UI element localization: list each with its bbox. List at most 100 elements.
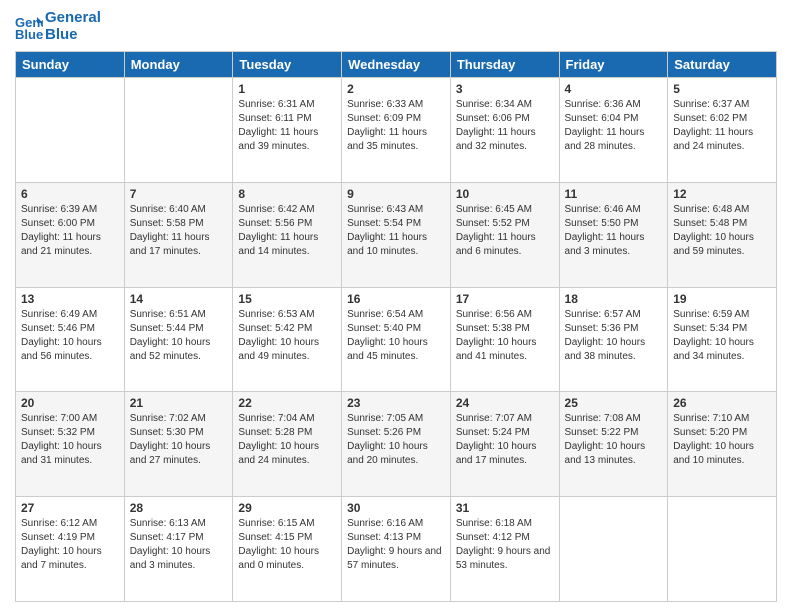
day-number: 13 [21,292,119,306]
calendar-cell: 16Sunrise: 6:54 AM Sunset: 5:40 PM Dayli… [342,287,451,392]
day-number: 26 [673,396,771,410]
day-info: Sunrise: 7:02 AM Sunset: 5:30 PM Dayligh… [130,412,228,468]
calendar-cell: 29 Sunrise: 6:15 AM Sunset: 4:15 PM Dayli… [233,497,342,602]
logo-blue: Blue [45,27,101,44]
calendar-header-row: SundayMondayTuesdayWednesdayThursdayFrid… [16,52,777,78]
calendar-week-1: 6 Sunrise: 6:39 AM Sunset: 6:00 PM Daylig… [16,182,777,287]
day-number: 20 [21,396,119,410]
day-number: 15 [238,292,336,306]
calendar-cell: 15 Sunrise: 6:53 AM Sunset: 5:42 PM Dayli… [233,287,342,392]
calendar-cell: 23Sunrise: 7:05 AM Sunset: 5:26 PM Dayli… [342,392,451,497]
day-number: 25 [565,396,663,410]
day-info: Sunrise: 7:08 AM Sunset: 5:22 PM Dayligh… [565,412,663,468]
day-info: Sunrise: 6:56 AM Sunset: 5:38 PM Dayligh… [456,308,554,364]
day-info: Sunrise: 6:48 AM Sunset: 5:48 PM Dayligh… [673,203,771,259]
calendar-cell: 20 Sunrise: 7:00 AM Sunset: 5:32 PM Dayli… [16,392,125,497]
calendar-cell: 14 Sunrise: 6:51 AM Sunset: 5:44 PM Dayli… [124,287,233,392]
day-info: Sunrise: 6:51 AM Sunset: 5:44 PM Dayligh… [130,308,228,364]
calendar-cell: 25 Sunrise: 7:08 AM Sunset: 5:22 PM Dayli… [559,392,668,497]
calendar-cell: 26 Sunrise: 7:10 AM Sunset: 5:20 PM Dayli… [668,392,777,497]
logo-general: General [45,10,101,27]
calendar-cell: 8 Sunrise: 6:42 AM Sunset: 5:56 PM Daylig… [233,182,342,287]
calendar-cell: 9 Sunrise: 6:43 AM Sunset: 5:54 PM Daylig… [342,182,451,287]
day-number: 17 [456,292,554,306]
day-number: 11 [565,187,663,201]
day-info: Sunrise: 6:16 AM Sunset: 4:13 PM Dayligh… [347,517,445,573]
calendar-cell: 21 Sunrise: 7:02 AM Sunset: 5:30 PM Dayli… [124,392,233,497]
calendar-cell [16,78,125,183]
calendar-cell: 18 Sunrise: 6:57 AM Sunset: 5:36 PM Dayli… [559,287,668,392]
day-number: 9 [347,187,445,201]
day-number: 27 [21,501,119,515]
calendar-cell: 2 Sunrise: 6:33 AM Sunset: 6:09 PM Daylig… [342,78,451,183]
calendar-cell: 12Sunrise: 6:48 AM Sunset: 5:48 PM Dayli… [668,182,777,287]
calendar-week-0: 1Sunrise: 6:31 AM Sunset: 6:11 PM Daylig… [16,78,777,183]
day-number: 6 [21,187,119,201]
day-info: Sunrise: 7:05 AM Sunset: 5:26 PM Dayligh… [347,412,445,468]
calendar-cell: 1Sunrise: 6:31 AM Sunset: 6:11 PM Daylig… [233,78,342,183]
calendar-cell: 28 Sunrise: 6:13 AM Sunset: 4:17 PM Dayli… [124,497,233,602]
calendar-week-3: 20 Sunrise: 7:00 AM Sunset: 5:32 PM Dayli… [16,392,777,497]
calendar-cell: 11 Sunrise: 6:46 AM Sunset: 5:50 PM Dayli… [559,182,668,287]
day-number: 18 [565,292,663,306]
page: General Blue General Blue SundayMondayTu… [0,0,792,612]
day-number: 3 [456,82,554,96]
calendar-cell: 27 Sunrise: 6:12 AM Sunset: 4:19 PM Dayli… [16,497,125,602]
day-number: 22 [238,396,336,410]
day-info: Sunrise: 6:13 AM Sunset: 4:17 PM Dayligh… [130,517,228,573]
header: General Blue General Blue [15,10,777,43]
calendar-cell: 13Sunrise: 6:49 AM Sunset: 5:46 PM Dayli… [16,287,125,392]
day-number: 5 [673,82,771,96]
calendar-cell: 4Sunrise: 6:36 AM Sunset: 6:04 PM Daylig… [559,78,668,183]
day-info: Sunrise: 6:42 AM Sunset: 5:56 PM Dayligh… [238,203,336,259]
day-number: 10 [456,187,554,201]
calendar-cell [559,497,668,602]
day-info: Sunrise: 6:40 AM Sunset: 5:58 PM Dayligh… [130,203,228,259]
col-header-sunday: Sunday [16,52,125,78]
day-number: 21 [130,396,228,410]
col-header-saturday: Saturday [668,52,777,78]
logo: General Blue General Blue [15,10,101,43]
day-number: 30 [347,501,445,515]
day-info: Sunrise: 7:10 AM Sunset: 5:20 PM Dayligh… [673,412,771,468]
day-number: 14 [130,292,228,306]
day-info: Sunrise: 6:46 AM Sunset: 5:50 PM Dayligh… [565,203,663,259]
calendar-cell: 22Sunrise: 7:04 AM Sunset: 5:28 PM Dayli… [233,392,342,497]
svg-text:Blue: Blue [15,27,43,41]
day-info: Sunrise: 6:43 AM Sunset: 5:54 PM Dayligh… [347,203,445,259]
day-info: Sunrise: 6:57 AM Sunset: 5:36 PM Dayligh… [565,308,663,364]
col-header-friday: Friday [559,52,668,78]
day-info: Sunrise: 6:53 AM Sunset: 5:42 PM Dayligh… [238,308,336,364]
day-info: Sunrise: 6:37 AM Sunset: 6:02 PM Dayligh… [673,98,771,154]
day-number: 31 [456,501,554,515]
col-header-thursday: Thursday [450,52,559,78]
day-info: Sunrise: 6:39 AM Sunset: 6:00 PM Dayligh… [21,203,119,259]
col-header-monday: Monday [124,52,233,78]
day-number: 1 [238,82,336,96]
day-info: Sunrise: 7:00 AM Sunset: 5:32 PM Dayligh… [21,412,119,468]
day-info: Sunrise: 6:34 AM Sunset: 6:06 PM Dayligh… [456,98,554,154]
day-number: 16 [347,292,445,306]
calendar-cell: 30 Sunrise: 6:16 AM Sunset: 4:13 PM Dayli… [342,497,451,602]
logo-icon: General Blue [15,13,43,41]
day-number: 8 [238,187,336,201]
day-info: Sunrise: 6:15 AM Sunset: 4:15 PM Dayligh… [238,517,336,573]
day-number: 28 [130,501,228,515]
day-number: 29 [238,501,336,515]
day-info: Sunrise: 7:07 AM Sunset: 5:24 PM Dayligh… [456,412,554,468]
col-header-wednesday: Wednesday [342,52,451,78]
day-number: 19 [673,292,771,306]
day-number: 24 [456,396,554,410]
calendar-cell: 19 Sunrise: 6:59 AM Sunset: 5:34 PM Dayli… [668,287,777,392]
day-info: Sunrise: 6:12 AM Sunset: 4:19 PM Dayligh… [21,517,119,573]
calendar-cell: 17 Sunrise: 6:56 AM Sunset: 5:38 PM Dayli… [450,287,559,392]
day-number: 4 [565,82,663,96]
calendar-week-2: 13Sunrise: 6:49 AM Sunset: 5:46 PM Dayli… [16,287,777,392]
day-number: 2 [347,82,445,96]
calendar-cell [668,497,777,602]
day-info: Sunrise: 6:45 AM Sunset: 5:52 PM Dayligh… [456,203,554,259]
col-header-tuesday: Tuesday [233,52,342,78]
day-info: Sunrise: 6:59 AM Sunset: 5:34 PM Dayligh… [673,308,771,364]
day-info: Sunrise: 6:33 AM Sunset: 6:09 PM Dayligh… [347,98,445,154]
calendar-table: SundayMondayTuesdayWednesdayThursdayFrid… [15,51,777,602]
